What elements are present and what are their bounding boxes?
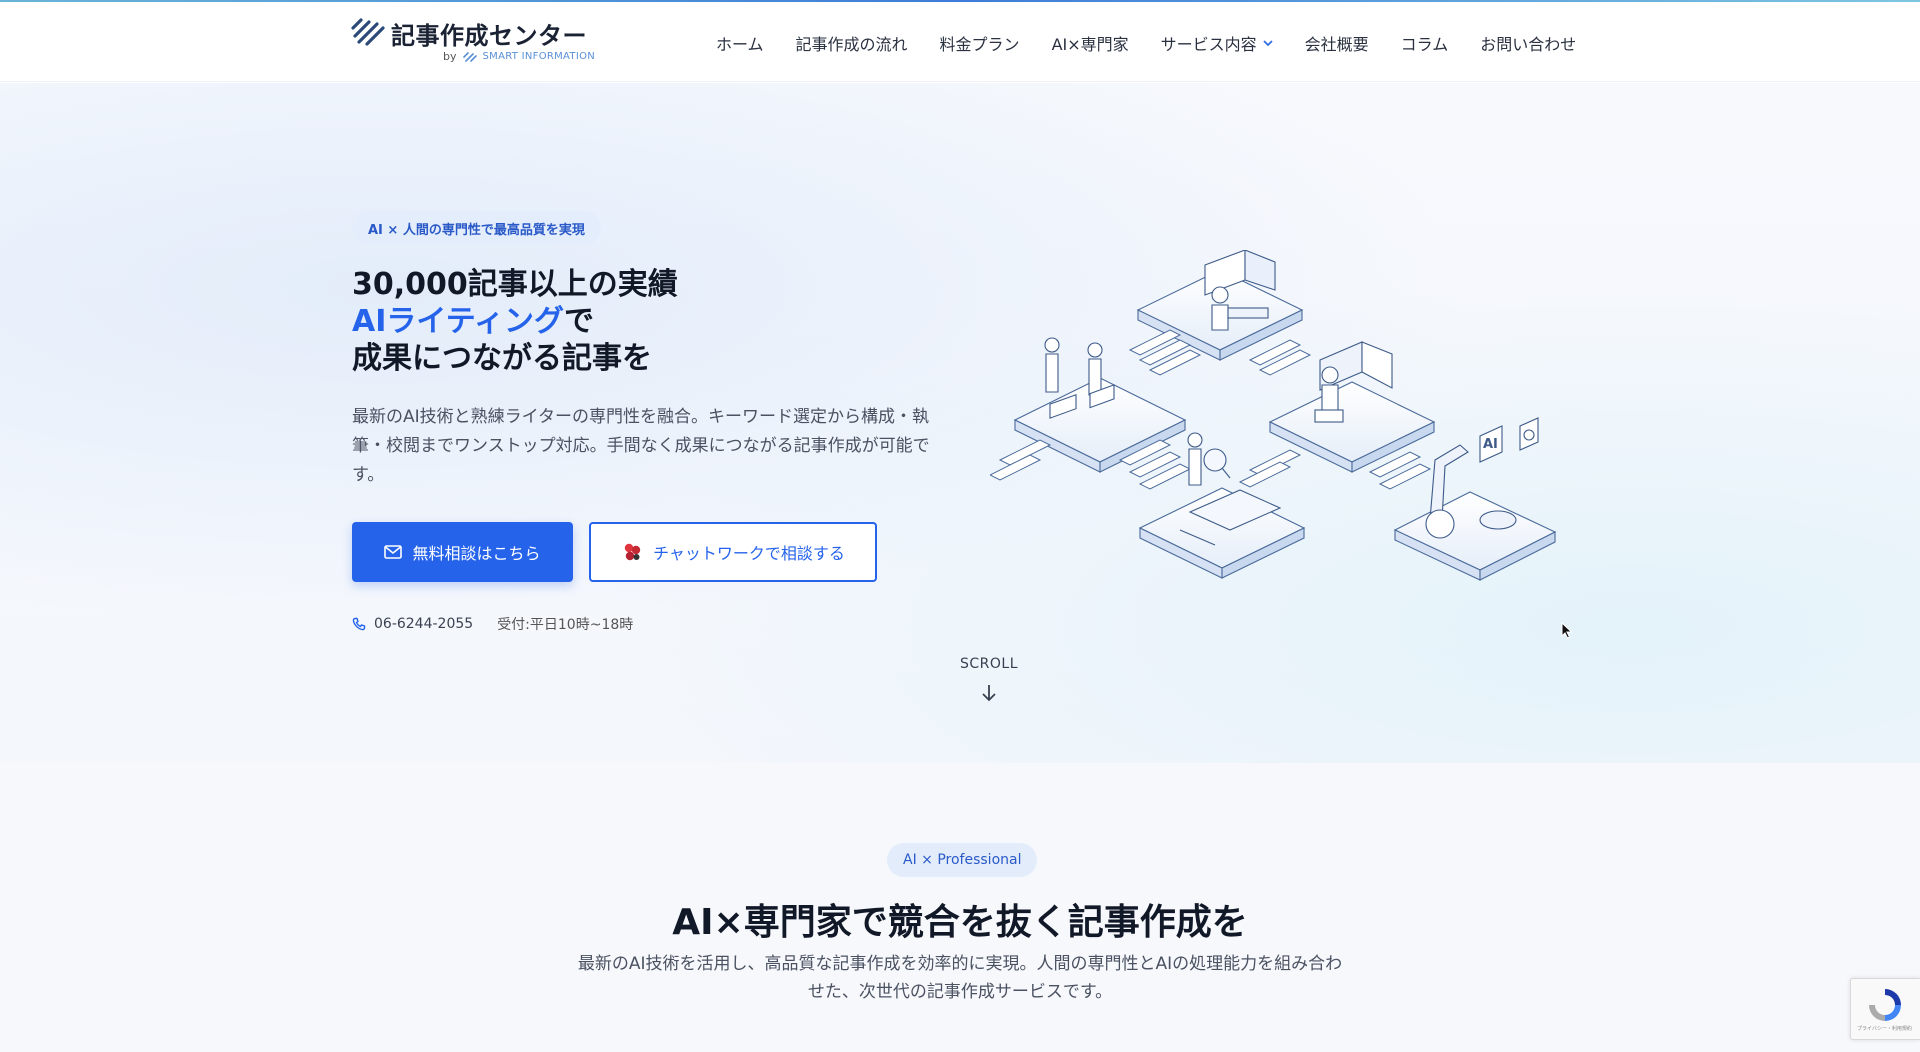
hero-title-line2-rest: で: [563, 304, 594, 339]
nav-item-column[interactable]: コラム: [1385, 31, 1465, 55]
nav-item-services[interactable]: サービス内容: [1145, 31, 1289, 55]
nav-label: サービス内容: [1160, 35, 1257, 54]
section-pill: AI × Professional: [887, 843, 1038, 877]
nav-label: 記事作成の流れ: [795, 35, 908, 54]
recaptcha-label: プライバシー・利用規約: [1857, 1026, 1912, 1032]
recaptcha-icon: [1869, 989, 1901, 1021]
contact-info: 06-6244-2055 受付:平日10時~18時: [352, 614, 633, 634]
chevron-down-icon: [1263, 40, 1273, 47]
nav-item-home[interactable]: ホーム: [700, 31, 780, 55]
main-nav: ホーム 記事作成の流れ 料金プラン AI×専門家 サービス内容 会社概要 コラム…: [700, 4, 1592, 82]
phone-number[interactable]: 06-6244-2055: [374, 616, 473, 632]
nav-label: お問い合わせ: [1480, 35, 1577, 54]
hero-title-line3: 成果につながる記事を: [352, 341, 652, 376]
recaptcha-badge[interactable]: プライバシー・利用規約: [1850, 978, 1920, 1040]
section-subtitle: 最新のAI技術を活用し、高品質な記事作成を効率的に実現。人間の専門性とAIの処理…: [577, 954, 1343, 1002]
hero-badge: AI × 人間の専門性で最高品質を実現: [352, 211, 601, 245]
nav-label: コラム: [1400, 35, 1449, 54]
nav-label: 会社概要: [1304, 35, 1369, 54]
hero-title-accent: AIライティング: [352, 304, 564, 339]
nav-item-flow[interactable]: 記事作成の流れ: [780, 31, 924, 55]
hero-lead: 最新のAI技術と熟練ライターの専門性を融合。キーワード選定から構成・執筆・校閲ま…: [352, 407, 930, 485]
hero-title-line1: 30,000記事以上の実績: [352, 267, 678, 302]
site-logo[interactable]: 記事作成センター by SMART INFORMATION: [351, 14, 595, 68]
chatwork-icon: [624, 543, 641, 561]
brand-name: 記事作成センター: [391, 22, 587, 50]
brand-by: by: [443, 50, 457, 63]
nav-label: AI×専門家: [1051, 35, 1129, 54]
isometric-workspace-illustration: AI: [988, 249, 1557, 581]
business-hours: 受付:平日10時~18時: [497, 617, 634, 633]
chatwork-consultation-label: チャットワークで相談する: [653, 544, 845, 563]
chatwork-consultation-button[interactable]: チャットワークで相談する: [589, 522, 877, 582]
scroll-indicator[interactable]: SCROLL: [960, 656, 1018, 702]
smart-information-logo-icon: [462, 51, 477, 62]
free-consultation-label: 無料相談はこちら: [412, 544, 541, 563]
nav-item-ai-experts[interactable]: AI×専門家: [1036, 31, 1145, 55]
illustration-ai-tag: AI: [1483, 437, 1498, 452]
section-title: AI×専門家で競合を抜く記事作成を: [672, 902, 1248, 943]
mouse-pointer-icon: [1561, 621, 1573, 644]
hero-title: 30,000記事以上の実績 AIライティングで 成果につながる記事を: [352, 266, 678, 377]
mail-icon: [384, 545, 403, 559]
brand-parent: SMART INFORMATION: [482, 51, 596, 62]
arrow-down-icon: [982, 685, 996, 702]
nav-item-company[interactable]: 会社概要: [1289, 31, 1385, 55]
hero-illustration: AI: [988, 249, 1560, 600]
phone-icon: [352, 617, 366, 631]
scroll-label: SCROLL: [960, 656, 1019, 672]
nav-label: 料金プラン: [939, 35, 1020, 54]
nav-label: ホーム: [716, 35, 764, 54]
stripes-logo-icon: [351, 18, 385, 46]
site-header: 記事作成センター by SMART INFORMATION ホーム 記事作成の流…: [0, 2, 1920, 82]
free-consultation-button[interactable]: 無料相談はこちら: [352, 522, 573, 582]
nav-item-contact[interactable]: お問い合わせ: [1464, 31, 1592, 55]
nav-item-pricing[interactable]: 料金プラン: [924, 31, 1036, 55]
brand-byline: by SMART INFORMATION: [443, 50, 595, 63]
